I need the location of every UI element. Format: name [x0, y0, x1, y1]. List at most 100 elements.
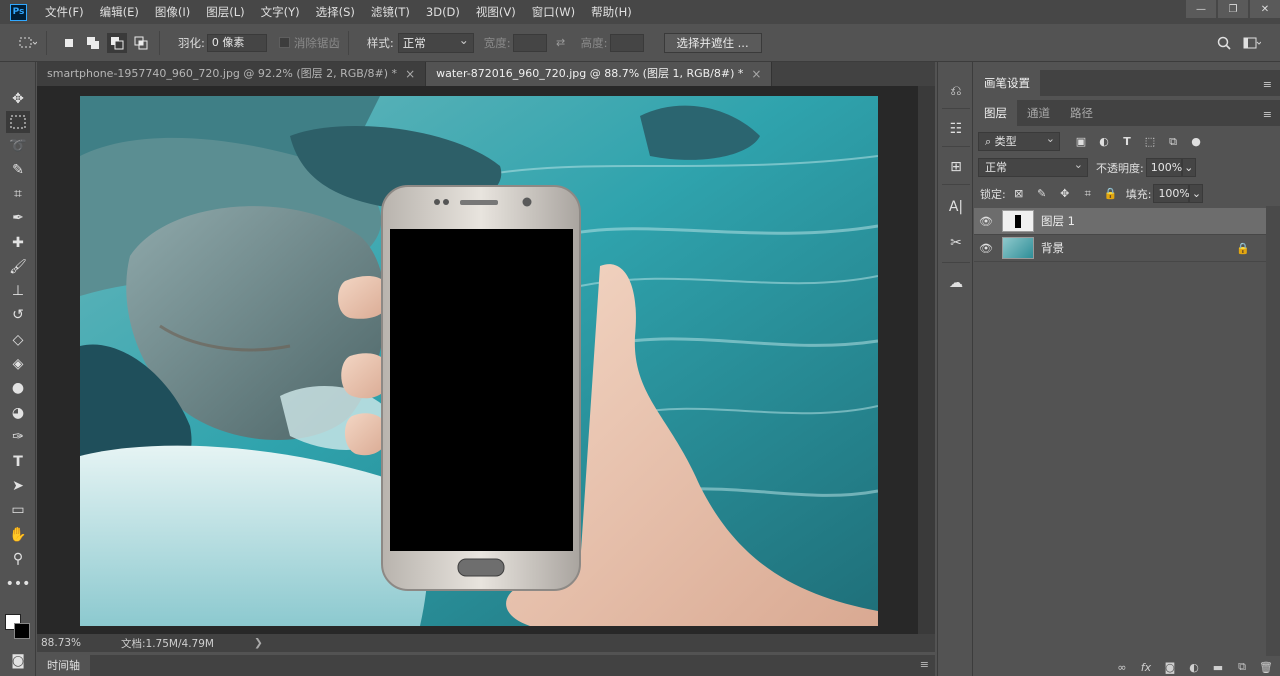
- clone-stamp-tool-icon[interactable]: ⊥: [6, 280, 30, 302]
- menu-item-3d[interactable]: 3D(D): [418, 0, 468, 24]
- close-tab-icon[interactable]: ×: [751, 62, 761, 86]
- swap-arrows-icon[interactable]: ⇄: [551, 33, 571, 53]
- menu-item-view[interactable]: 视图(V): [468, 0, 524, 24]
- menu-item-help[interactable]: 帮助(H): [583, 0, 640, 24]
- lock-transparent-icon[interactable]: ⊠: [1010, 185, 1028, 203]
- search-icon[interactable]: [1214, 33, 1234, 53]
- filter-toggle-icon[interactable]: ●: [1187, 133, 1205, 151]
- style-select[interactable]: 正常: [397, 31, 474, 53]
- paint-bucket-tool-icon[interactable]: ◈: [6, 353, 30, 375]
- pixel-filter-icon[interactable]: ▣: [1072, 133, 1090, 151]
- opacity-input[interactable]: 100%: [1145, 158, 1182, 177]
- path-selection-tool-icon[interactable]: ➤: [6, 475, 30, 497]
- zoom-level[interactable]: 88.73%: [41, 637, 115, 649]
- marquee-tool-icon[interactable]: [6, 111, 30, 133]
- layer-row[interactable]: 👁 图层 1: [974, 208, 1266, 235]
- tab-layers[interactable]: 图层: [974, 100, 1017, 126]
- shape-filter-icon[interactable]: ⬚: [1141, 133, 1159, 151]
- properties-panel-icon[interactable]: ⊞: [945, 156, 967, 178]
- new-layer-icon[interactable]: ⧉: [1232, 660, 1252, 674]
- fill-input[interactable]: 100%: [1153, 184, 1190, 203]
- canvas-area[interactable]: [37, 86, 918, 634]
- new-adjustment-icon[interactable]: ◐: [1184, 661, 1204, 674]
- quick-selection-tool-icon[interactable]: ✎: [6, 159, 30, 181]
- history-brush-tool-icon[interactable]: ↺: [6, 304, 30, 326]
- feather-input[interactable]: 0 像素: [206, 33, 267, 52]
- marquee-preset-icon[interactable]: [18, 33, 38, 53]
- close-window-button[interactable]: ✕: [1250, 0, 1280, 18]
- menu-item-select[interactable]: 选择(S): [308, 0, 363, 24]
- tab-paths[interactable]: 路径: [1060, 100, 1103, 126]
- dodge-tool-icon[interactable]: ◕: [6, 402, 30, 424]
- height-input[interactable]: [609, 33, 644, 52]
- lasso-tool-icon[interactable]: ➰: [6, 135, 30, 157]
- type-filter-icon[interactable]: T: [1118, 133, 1136, 151]
- menu-item-file[interactable]: 文件(F): [37, 0, 92, 24]
- fill-dropdown[interactable]: ⌄: [1189, 184, 1204, 203]
- menu-item-filter[interactable]: 滤镜(T): [363, 0, 418, 24]
- close-tab-icon[interactable]: ×: [405, 62, 415, 86]
- layer-name[interactable]: 图层 1: [1041, 213, 1075, 229]
- add-mask-icon[interactable]: ◙: [1160, 661, 1180, 674]
- panel-menu-icon[interactable]: ≡: [920, 658, 929, 671]
- libraries-panel-icon[interactable]: ☁: [945, 272, 967, 294]
- menu-item-layer[interactable]: 图层(L): [198, 0, 252, 24]
- lock-position-icon[interactable]: ✥: [1056, 185, 1074, 203]
- width-input[interactable]: [512, 33, 547, 52]
- brush-tool-icon[interactable]: 🖌: [6, 256, 30, 278]
- new-group-icon[interactable]: ▬: [1208, 661, 1228, 674]
- document-image[interactable]: [80, 96, 878, 626]
- background-color-swatch[interactable]: [14, 623, 30, 639]
- menu-item-edit[interactable]: 编辑(E): [92, 0, 147, 24]
- character-panel-icon[interactable]: A|: [945, 196, 967, 218]
- tab-timeline[interactable]: 时间轴: [37, 655, 90, 676]
- vertical-scrollbar[interactable]: [918, 86, 935, 634]
- status-menu-arrow[interactable]: ❯: [254, 637, 263, 649]
- crop-tool-icon[interactable]: ⌗: [6, 183, 30, 205]
- healing-brush-tool-icon[interactable]: ✚: [6, 232, 30, 254]
- subtract-selection-icon[interactable]: [107, 32, 127, 53]
- opacity-dropdown[interactable]: ⌄: [1181, 158, 1196, 177]
- tab-channels[interactable]: 通道: [1017, 100, 1060, 126]
- lock-image-icon[interactable]: ✎: [1033, 185, 1051, 203]
- menu-item-window[interactable]: 窗口(W): [524, 0, 583, 24]
- tab-water[interactable]: water-872016_960_720.jpg @ 88.7% (图层 1, …: [426, 62, 773, 86]
- zoom-tool-icon[interactable]: ⚲: [6, 548, 30, 570]
- eyedropper-tool-icon[interactable]: ✒: [6, 207, 30, 229]
- tab-smartphone[interactable]: smartphone-1957740_960_720.jpg @ 92.2% (…: [37, 62, 427, 86]
- menu-item-image[interactable]: 图像(I): [147, 0, 198, 24]
- intersect-selection-icon[interactable]: [131, 33, 151, 53]
- link-layers-icon[interactable]: ∞: [1112, 661, 1132, 674]
- menu-item-type[interactable]: 文字(Y): [253, 0, 308, 24]
- layer-filter-select[interactable]: ⌕ 类型: [978, 130, 1060, 151]
- panel-menu-icon[interactable]: ≡: [1263, 78, 1272, 91]
- panel-menu-icon[interactable]: ≡: [1263, 108, 1272, 121]
- brush-settings-icon[interactable]: ✂: [945, 232, 967, 254]
- lock-artboard-icon[interactable]: ⌗: [1079, 185, 1097, 203]
- antialias-checkbox[interactable]: [278, 37, 290, 48]
- blend-mode-select[interactable]: 正常: [978, 156, 1088, 177]
- lock-all-icon[interactable]: 🔒: [1102, 185, 1120, 203]
- new-selection-icon[interactable]: [59, 33, 79, 53]
- select-and-mask-button[interactable]: 选择并遮住 ...: [663, 32, 762, 53]
- type-tool-icon[interactable]: T: [6, 451, 30, 473]
- pen-tool-icon[interactable]: ✑: [6, 426, 30, 448]
- delete-layer-icon[interactable]: 🗑: [1256, 661, 1276, 674]
- visibility-eye-icon[interactable]: 👁: [974, 242, 998, 255]
- layer-name[interactable]: 背景: [1041, 240, 1064, 256]
- restore-button[interactable]: ❐: [1218, 0, 1248, 18]
- adjustment-filter-icon[interactable]: ◐: [1095, 133, 1113, 151]
- layer-row[interactable]: 👁 背景 🔒: [974, 235, 1266, 262]
- visibility-eye-icon[interactable]: 👁: [974, 215, 998, 228]
- add-selection-icon[interactable]: [83, 33, 103, 53]
- adjustments-panel-icon[interactable]: ☷: [945, 118, 967, 140]
- blur-tool-icon[interactable]: ●: [6, 377, 30, 399]
- smart-object-filter-icon[interactable]: ⧉: [1164, 133, 1182, 151]
- quick-mask-icon[interactable]: ◙: [6, 650, 30, 672]
- tab-brush-settings[interactable]: 画笔设置: [974, 70, 1040, 96]
- more-tools-icon[interactable]: •••: [6, 573, 31, 595]
- eraser-tool-icon[interactable]: ◇: [6, 329, 30, 351]
- workspace-icon[interactable]: [1242, 33, 1262, 53]
- layer-style-icon[interactable]: fx: [1136, 661, 1156, 674]
- layers-scrollbar[interactable]: [1266, 206, 1280, 656]
